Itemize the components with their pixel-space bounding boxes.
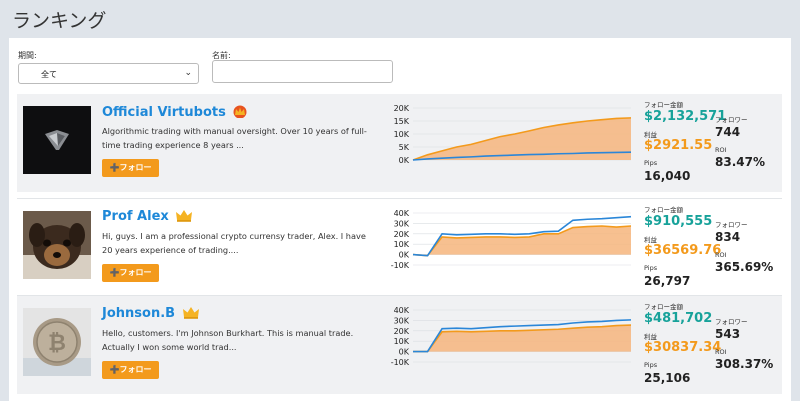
- chevron-down-icon: ⌄: [184, 68, 192, 78]
- user-plus-icon: ➕: [109, 365, 120, 374]
- profit-value: $36569.76: [644, 243, 722, 258]
- performance-chart: 20K 15K 10K 5K 0K: [394, 104, 632, 165]
- y-tick-label: 40K: [394, 306, 410, 315]
- follow-button[interactable]: ➕フォロー: [102, 264, 159, 282]
- pips-label: Pips: [644, 361, 658, 369]
- followers-label: フォロワー: [715, 318, 748, 326]
- trader-stats: フォロー金額 $2,132,571 利益 $2921.55 Pips 16,04…: [644, 94, 784, 192]
- y-tick-label: 10K: [394, 130, 410, 139]
- y-tick-label: 0K: [399, 348, 410, 357]
- y-tick-label: 0K: [399, 156, 410, 165]
- follow-button-label: フォロー: [119, 365, 152, 374]
- follow-amount-label: フォロー金額: [644, 303, 683, 311]
- profit-value: $30837.34: [644, 340, 722, 355]
- followers-value: 543: [715, 327, 741, 341]
- y-tick-label: 15K: [394, 117, 410, 126]
- trader-description: Hi, guys. I am a professional crypto cur…: [102, 231, 366, 255]
- followers-value: 744: [715, 125, 741, 139]
- ranking-panel: 期間: 全て ⌄ 名前: Official Virtubots Algorith…: [9, 38, 791, 401]
- follow-button[interactable]: ➕フォロー: [102, 361, 159, 379]
- period-select-value: 全て: [41, 70, 57, 79]
- follow-button[interactable]: ➕フォロー: [102, 159, 159, 177]
- y-tick-label: -10K: [391, 358, 410, 367]
- trader-name-text[interactable]: Prof Alex: [102, 209, 169, 224]
- trader-stats: フォロー金額 $481,702 利益 $30837.34 Pips 25,106…: [644, 296, 784, 394]
- name-search-input[interactable]: [212, 60, 393, 83]
- trader-name[interactable]: Prof Alex: [102, 209, 193, 224]
- y-tick-label: 30K: [394, 316, 410, 325]
- period-select[interactable]: 全て ⌄: [18, 63, 199, 84]
- profit-value: $2921.55: [644, 138, 713, 153]
- y-tick-label: 20K: [394, 230, 410, 239]
- performance-chart: 40K30K 20K10K 0K-10K: [391, 306, 632, 367]
- y-tick-label: -10K: [391, 261, 410, 270]
- user-plus-icon: ➕: [109, 163, 120, 172]
- y-tick-label: 20K: [394, 327, 410, 336]
- follow-amount: $2,132,571: [644, 109, 727, 124]
- trader-description: Algorithmic trading with manual oversigh…: [102, 126, 367, 150]
- follow-amount-label: フォロー金額: [644, 206, 683, 214]
- y-tick-label: 10K: [394, 240, 410, 249]
- roi-value: 83.47%: [715, 155, 765, 169]
- follow-amount: $910,555: [644, 214, 713, 229]
- pips-value: 26,797: [644, 274, 691, 288]
- avatar: [23, 211, 91, 279]
- profit-area: [413, 226, 631, 256]
- trader-name-text[interactable]: Johnson.B: [102, 306, 175, 321]
- follow-button-label: フォロー: [119, 268, 152, 277]
- roi-value: 365.69%: [715, 260, 774, 274]
- period-label: 期間:: [18, 51, 37, 60]
- ranking-row: Official Virtubots Algorithmic trading w…: [17, 94, 782, 192]
- trader-name[interactable]: Official Virtubots: [102, 104, 248, 120]
- follow-button-label: フォロー: [119, 163, 152, 172]
- follow-amount: $481,702: [644, 311, 713, 326]
- svg-text:₿: ₿: [48, 331, 66, 356]
- y-tick-label: 30K: [394, 219, 410, 228]
- page-title: ランキング: [12, 10, 107, 32]
- roi-label: ROI: [715, 348, 727, 356]
- avatar: ₿: [23, 308, 91, 376]
- y-tick-label: 40K: [394, 209, 410, 218]
- pips-label: Pips: [644, 159, 658, 167]
- performance-chart: 40K30K 20K10K 0K-10K: [391, 209, 632, 270]
- crown-icon: [176, 210, 193, 222]
- pips-label: Pips: [644, 264, 658, 272]
- ranking-row: Prof Alex Hi, guys. I am a professional …: [17, 198, 782, 296]
- follow-amount-label: フォロー金額: [644, 101, 683, 109]
- y-tick-label: 5K: [399, 143, 410, 152]
- trader-description: Hello, customers. I'm Johnson Burkhart. …: [102, 328, 354, 352]
- roi-label: ROI: [715, 251, 727, 259]
- crown-icon: [182, 307, 199, 319]
- avatar: [23, 106, 91, 174]
- trader-name-text[interactable]: Official Virtubots: [102, 105, 226, 120]
- y-tick-label: 0K: [399, 251, 410, 260]
- trader-name[interactable]: Johnson.B: [102, 306, 200, 321]
- roi-value: 308.37%: [715, 357, 774, 371]
- user-plus-icon: ➕: [109, 268, 120, 277]
- ranking-row: ₿ Johnson.B Hello, customers. I'm Johnso…: [17, 296, 782, 394]
- followers-label: フォロワー: [715, 221, 748, 229]
- roi-label: ROI: [715, 146, 727, 154]
- pips-value: 25,106: [644, 371, 691, 385]
- y-tick-label: 10K: [394, 337, 410, 346]
- followers-value: 834: [715, 230, 741, 244]
- pips-value: 16,040: [644, 169, 691, 183]
- followers-label: フォロワー: [715, 116, 748, 124]
- crown-icon: [233, 105, 247, 118]
- y-tick-label: 20K: [394, 104, 410, 113]
- trader-stats: フォロー金額 $910,555 利益 $36569.76 Pips 26,797…: [644, 199, 784, 297]
- profit-area: [413, 117, 631, 160]
